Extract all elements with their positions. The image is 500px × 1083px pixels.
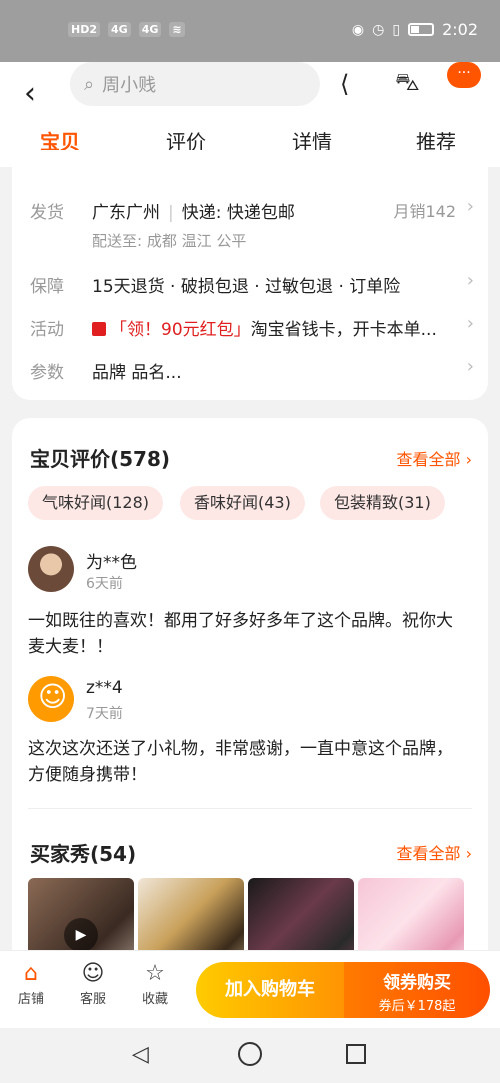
chevron-right-icon[interactable]: ›: [467, 356, 474, 377]
battery-icon: [408, 23, 435, 36]
nav-home-icon[interactable]: [238, 1042, 262, 1066]
review-time: 6天前: [86, 576, 123, 592]
guarantee-text[interactable]: 15天退货 · 破损包退 · 过敏包退 · 订单险: [92, 272, 400, 297]
store-button[interactable]: ⌂ 店铺: [6, 961, 56, 1007]
params-label: 参数: [30, 363, 64, 383]
review-tag[interactable]: 包装精致(31): [320, 486, 445, 520]
favorite-label: 收藏: [141, 992, 168, 1007]
favorite-button[interactable]: ☆ 收藏: [130, 961, 180, 1007]
reviews-see-all[interactable]: 查看全部 ›: [397, 446, 473, 470]
store-label: 店铺: [17, 992, 44, 1007]
back-button[interactable]: ‹: [24, 74, 36, 114]
activity-text[interactable]: 「领！90元红包」淘宝省钱卡，开卡本单...: [92, 315, 437, 340]
chevron-right-icon[interactable]: ›: [467, 270, 474, 291]
signal-badge-2: 4G: [138, 22, 162, 37]
nav-recents-icon[interactable]: [346, 1044, 366, 1064]
avatar: [28, 546, 74, 592]
ship-location: 广东广州: [92, 203, 160, 223]
avatar: [28, 676, 74, 722]
monthly-sales: 月销142: [393, 202, 456, 221]
wifi-icon: ≋: [169, 22, 185, 37]
activity-tag: 「领！90元红包」: [110, 320, 251, 340]
chevron-right-icon[interactable]: ›: [467, 313, 474, 334]
params-text[interactable]: 品牌 品名...: [92, 358, 182, 383]
store-icon: ⌂: [24, 961, 38, 986]
eye-icon: ◉: [351, 21, 365, 38]
review-user: z**4: [86, 678, 123, 698]
status-icons-left: HD2 4G 4G ≋: [68, 22, 185, 37]
vibrate-icon: ▯: [392, 21, 401, 38]
service-label: 客服: [79, 992, 106, 1007]
review-user: 为**色: [86, 553, 137, 573]
review-text[interactable]: 一如既往的喜欢！都用了好多好多年了这个品牌。祝你大麦大麦！！: [28, 608, 468, 660]
customer-service-icon: ☺: [81, 961, 105, 986]
star-icon: ☆: [145, 961, 165, 986]
add-to-cart-button[interactable]: 加入购物车: [196, 962, 344, 1018]
status-bar: HD2 4G 4G ≋ ◉ ◷ ▯ 2:02: [0, 0, 500, 62]
divider: [28, 808, 472, 809]
search-input[interactable]: ⌕ 周小贱: [70, 62, 320, 106]
bottom-action-bar: ⌂ 店铺 ☺ 客服 ☆ 收藏 加入购物车 领券购买 券后￥178起: [0, 950, 500, 1028]
ship-to: 配送至: 成都 温江 公平: [92, 232, 247, 250]
buy-price: 券后￥178起: [378, 999, 456, 1014]
hd-badge: HD2: [68, 22, 100, 37]
review-title: 宝贝评价(578): [30, 447, 171, 471]
cart-icon[interactable]: ⛍: [395, 68, 420, 99]
divider: |: [168, 203, 174, 223]
alarm-icon: ◷: [372, 21, 385, 38]
review-time: 7天前: [86, 706, 123, 722]
red-packet-icon: [92, 322, 106, 336]
activity-label: 活动: [30, 320, 64, 340]
search-placeholder: 周小贱: [102, 75, 157, 96]
review-tag[interactable]: 气味好闻(128): [28, 486, 164, 520]
more-button[interactable]: ···: [447, 62, 481, 88]
shipping-info[interactable]: 广东广州 | 快递: 快递包邮: [92, 198, 295, 223]
ship-express: 快递: 快递包邮: [181, 203, 295, 223]
product-info-card: 发货 广东广州 | 快递: 快递包邮 月销142 › 配送至: 成都 温江 公平 保…: [12, 150, 488, 400]
share-icon[interactable]: ⟨: [340, 70, 349, 98]
status-icons-right: ◉ ◷ ▯ 2:02: [352, 20, 478, 39]
review-tag[interactable]: 香味好闻(43): [180, 486, 305, 520]
system-nav-bar: ◁: [0, 1028, 500, 1083]
search-icon: ⌕: [84, 73, 95, 95]
buyer-show-title: 买家秀(54): [30, 842, 137, 866]
buyer-show-see-all[interactable]: 查看全部 ›: [397, 840, 473, 864]
buy-with-coupon-button[interactable]: 领券购买 券后￥178起: [344, 962, 490, 1018]
clock: 2:02: [442, 20, 478, 39]
chevron-right-icon[interactable]: ›: [467, 196, 474, 217]
review-text[interactable]: 这次这次还送了小礼物，非常感谢，一直中意这个品牌，方便随身携带！: [28, 736, 468, 788]
buy-label: 领券购买: [383, 973, 451, 993]
signal-badge-1: 4G: [108, 22, 131, 37]
shipping-label: 发货: [30, 203, 64, 223]
guarantee-label: 保障: [30, 277, 64, 297]
nav-back-icon[interactable]: ◁: [132, 1042, 149, 1067]
service-button[interactable]: ☺ 客服: [68, 961, 118, 1007]
activity-desc: 淘宝省钱卡，开卡本单...: [250, 320, 437, 340]
